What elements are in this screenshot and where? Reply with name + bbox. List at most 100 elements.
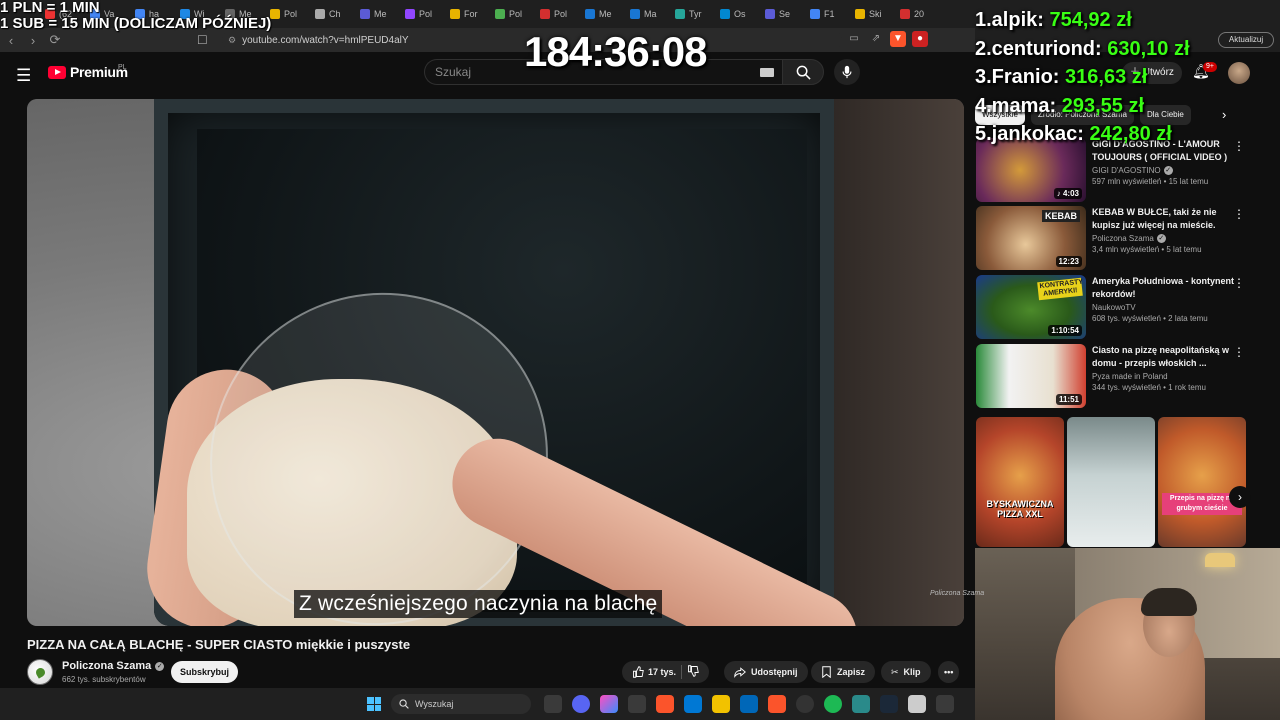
voice-search-button[interactable] xyxy=(834,59,860,85)
video-duration: 12:23 xyxy=(1055,256,1082,267)
brave-icon[interactable] xyxy=(768,695,786,713)
share-button[interactable]: Udostępnij xyxy=(724,661,808,683)
more-vertical-icon[interactable]: ⋮ xyxy=(1233,139,1245,153)
browser-tab[interactable]: Se xyxy=(760,3,805,25)
browser-tab[interactable]: Pol xyxy=(535,3,580,25)
browser-tab[interactable]: Ma xyxy=(625,3,670,25)
channel-avatar[interactable] xyxy=(27,659,53,685)
video-thumbnail[interactable]: KONTRASTY AMERYKI! 1:10:54 xyxy=(976,275,1086,339)
video-player[interactable] xyxy=(27,99,964,626)
donation-leaderboard: 1.alpik: 754,92 zł 2.centuriond: 630,10 … xyxy=(975,6,1190,149)
browser-tab[interactable]: Pol xyxy=(400,3,445,25)
donor-amount: 293,55 zł xyxy=(1061,94,1145,117)
task-view-icon[interactable] xyxy=(544,695,562,713)
recommendation-meta: Ciasto na pizzę neapolitańską w domu - p… xyxy=(1086,344,1236,408)
browser-tab[interactable]: Tyr xyxy=(670,3,715,25)
donor-name: 3.Franio: xyxy=(975,66,1066,88)
more-vertical-icon[interactable]: ⋮ xyxy=(1233,276,1245,290)
discord-icon[interactable] xyxy=(572,695,590,713)
url-text: youtube.com/watch?v=hmlPEUD4alY xyxy=(242,34,409,46)
keyboard-icon[interactable] xyxy=(760,68,774,77)
rate-line: 1 PLN = 1 MIN xyxy=(0,0,100,16)
outlook-icon[interactable] xyxy=(684,695,702,713)
save-button[interactable]: Zapisz xyxy=(811,661,876,683)
video-duration: ♪ 4:03 xyxy=(1053,188,1082,199)
chevron-right-icon[interactable]: › xyxy=(1222,107,1226,122)
video-thumbnail[interactable]: 11:51 xyxy=(976,344,1086,408)
short-item[interactable] xyxy=(1067,417,1155,547)
copilot-icon[interactable] xyxy=(600,695,618,713)
recommendation-title[interactable]: KEBAB W BUŁCE, taki że nie kupisz już wi… xyxy=(1092,206,1236,232)
recommendation-channel[interactable]: Policzona Szama xyxy=(1092,234,1154,243)
browser-tab[interactable]: Pol xyxy=(265,3,310,25)
short-item[interactable]: BYSKAWICZNA PIZZA XXL xyxy=(976,417,1064,547)
recommendation-title[interactable]: Ciasto na pizzę neapolitańską w domu - p… xyxy=(1092,344,1236,370)
brave-shield-icon[interactable]: ▼ xyxy=(890,31,906,47)
back-arrow-icon[interactable]: ‹ xyxy=(0,33,22,48)
file-explorer-icon[interactable] xyxy=(712,695,730,713)
steam-icon[interactable] xyxy=(880,695,898,713)
more-vertical-icon[interactable]: ⋮ xyxy=(1233,345,1245,359)
store-icon[interactable] xyxy=(740,695,758,713)
browser-tab[interactable]: Pol xyxy=(490,3,535,25)
subscribe-button[interactable]: Subskrybuj xyxy=(171,661,238,683)
tab-favicon-icon xyxy=(540,9,550,19)
spotify-icon[interactable] xyxy=(824,695,842,713)
donor-name: 2.centuriond: xyxy=(975,37,1108,60)
cast-icon[interactable]: ▭ xyxy=(846,31,862,47)
taskbar-search[interactable]: Wyszukaj xyxy=(391,694,531,714)
app-icon[interactable] xyxy=(936,695,954,713)
recommendation-channel[interactable]: GIGI D'AGOSTINO xyxy=(1092,166,1161,175)
more-vertical-icon[interactable]: ⋮ xyxy=(1233,207,1245,221)
recommendation-title[interactable]: Ameryka Południowa - kontynent rekordów! xyxy=(1092,275,1236,301)
short-item[interactable]: Przepis na pizzę na grubym cieście xyxy=(1158,417,1246,547)
tab-label: Pol xyxy=(419,9,433,19)
like-button[interactable]: 17 tys. xyxy=(632,666,676,678)
recommendation-item[interactable]: KONTRASTY AMERYKI! 1:10:54 Ameryka Połud… xyxy=(976,275,1266,339)
update-button[interactable]: Aktualizuj xyxy=(1218,32,1274,48)
bookmark-icon[interactable]: ☐ xyxy=(197,33,208,47)
browser-tab[interactable]: Ski xyxy=(850,3,895,25)
tab-favicon-icon xyxy=(270,9,280,19)
recommendation-stats: 344 tys. wyświetleń • 1 rok temu xyxy=(1092,383,1206,392)
more-actions-button[interactable]: ••• xyxy=(938,661,960,683)
recommendation-item[interactable]: KEBAB 12:23 KEBAB W BUŁCE, taki że nie k… xyxy=(976,206,1266,270)
shorts-next-button[interactable]: › xyxy=(1229,486,1251,508)
extension-icon[interactable]: ● xyxy=(912,31,928,47)
calculator-icon[interactable] xyxy=(908,695,926,713)
site-info-icon[interactable]: ⚙ xyxy=(228,35,236,46)
recommendation-channel[interactable]: NaukowoTV xyxy=(1092,303,1136,312)
search-button[interactable] xyxy=(782,59,824,85)
youtube-logo[interactable]: Premium xyxy=(48,64,128,80)
clip-button[interactable]: ✂ Klip xyxy=(881,661,931,683)
video-subtitle: Z wcześniejszego naczynia na blachę xyxy=(294,590,663,618)
bookmark-save-icon xyxy=(822,666,831,678)
browser-tab[interactable]: Os xyxy=(715,3,760,25)
browser-tab[interactable]: F1 xyxy=(805,3,850,25)
user-avatar[interactable] xyxy=(1228,62,1250,84)
tab-favicon-icon xyxy=(675,9,685,19)
channel-name-row[interactable]: Policzona Szama ✓ xyxy=(62,660,165,672)
recommendation-channel[interactable]: Pyza made in Poland xyxy=(1092,372,1168,381)
brave-browser-icon[interactable] xyxy=(656,695,674,713)
forward-arrow-icon[interactable]: › xyxy=(22,33,44,48)
tab-favicon-icon xyxy=(720,9,730,19)
donor-amount: 316,63 zł xyxy=(1065,66,1148,88)
app-icon[interactable] xyxy=(852,695,870,713)
channel-name[interactable]: Policzona Szama xyxy=(62,660,151,672)
app-icon[interactable] xyxy=(628,695,646,713)
browser-tab[interactable]: For xyxy=(445,3,490,25)
browser-tab[interactable]: Me xyxy=(580,3,625,25)
windows-start-icon[interactable] xyxy=(367,697,381,711)
share-label: Udostępnij xyxy=(751,667,798,677)
share-icon[interactable]: ⇗ xyxy=(868,31,884,47)
obs-icon[interactable] xyxy=(796,695,814,713)
reload-icon[interactable]: ⟳ xyxy=(44,32,66,48)
browser-tab[interactable]: 20 xyxy=(895,3,940,25)
browser-tab[interactable]: Ch xyxy=(310,3,355,25)
browser-tab[interactable]: Me xyxy=(355,3,400,25)
dislike-button[interactable] xyxy=(687,665,699,679)
recommendation-item[interactable]: 11:51 Ciasto na pizzę neapolitańską w do… xyxy=(976,344,1266,408)
video-thumbnail[interactable]: KEBAB 12:23 xyxy=(976,206,1086,270)
menu-icon[interactable]: ☰ xyxy=(16,66,31,86)
